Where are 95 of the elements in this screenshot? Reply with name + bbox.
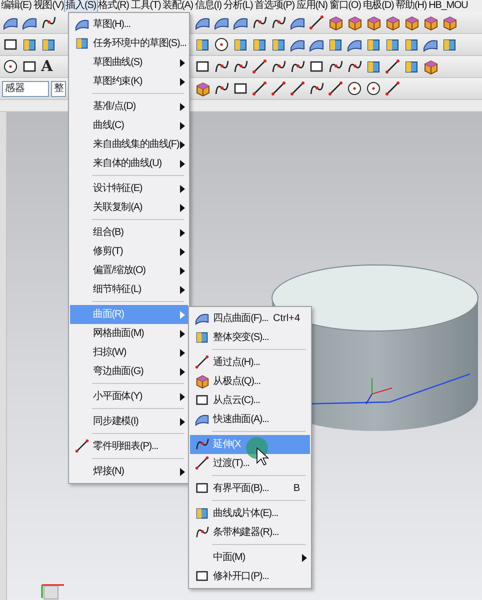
curve-icon[interactable] bbox=[289, 58, 306, 75]
cube-icon[interactable] bbox=[346, 14, 363, 31]
menu-item[interactable]: 四点曲面(F)... Ctrl+4 bbox=[190, 309, 310, 328]
menu-item[interactable]: 整体突变(S)... bbox=[190, 328, 310, 347]
line-icon[interactable] bbox=[251, 58, 268, 75]
line-icon[interactable] bbox=[289, 80, 306, 97]
menu-item[interactable]: 来自曲线集的曲线(F) bbox=[70, 135, 188, 154]
menu-item[interactable]: 装配(A) bbox=[162, 0, 194, 12]
text-tool[interactable]: A bbox=[40, 58, 54, 75]
menu-item[interactable]: 设计特征(E) bbox=[70, 179, 188, 198]
line-icon[interactable] bbox=[270, 80, 287, 97]
menu-item[interactable]: HB_MOU bbox=[428, 0, 469, 12]
circle-icon[interactable] bbox=[365, 80, 382, 97]
submenu-arrow-icon bbox=[180, 103, 185, 111]
menu-item[interactable]: 基准/点(D) bbox=[70, 97, 188, 116]
curve-icon[interactable] bbox=[270, 58, 287, 75]
menu-item[interactable]: 过渡(T)... bbox=[190, 454, 310, 473]
menu-item[interactable]: 分析(L) bbox=[222, 0, 254, 12]
menu-item[interactable]: 中面(M) bbox=[190, 548, 310, 567]
submenu-arrow-icon bbox=[302, 554, 307, 562]
shortcut-text: Ctrl+4 bbox=[273, 312, 300, 326]
menu-item[interactable]: 通过点(H)... bbox=[190, 353, 310, 372]
line-icon bbox=[73, 438, 91, 454]
curve-icon[interactable] bbox=[308, 80, 325, 97]
menu-item[interactable]: 帮助(H) bbox=[394, 0, 428, 12]
line-icon[interactable] bbox=[384, 58, 401, 75]
line-icon[interactable] bbox=[384, 80, 401, 97]
curve-icon[interactable] bbox=[213, 80, 230, 97]
curve-icon[interactable] bbox=[346, 58, 363, 75]
menu-item[interactable]: 修补开口(P)... bbox=[190, 567, 310, 586]
submenu-arrow-icon bbox=[180, 59, 185, 67]
menu-item[interactable]: 编辑(E) bbox=[0, 0, 32, 12]
menu-item[interactable]: 组合(B) bbox=[70, 223, 188, 242]
menu-item[interactable]: 草图约束(K) bbox=[70, 72, 188, 91]
shortcut-text: B bbox=[293, 482, 300, 496]
submenu-arrow-icon bbox=[180, 229, 185, 237]
submenu-arrow-icon bbox=[180, 141, 185, 149]
circle-icon[interactable] bbox=[2, 58, 19, 75]
type-dropdown[interactable]: 整 bbox=[51, 80, 66, 96]
menu-item[interactable]: 零件明细表(P)... bbox=[70, 437, 188, 456]
menu-item[interactable]: 从极点(Q)... bbox=[190, 372, 310, 391]
submenu-arrow-icon bbox=[180, 267, 185, 275]
curve-icon[interactable] bbox=[232, 58, 249, 75]
submenu-arrow-icon bbox=[180, 204, 185, 212]
filter-dropdown[interactable]: 感器 bbox=[2, 80, 50, 96]
menu-item[interactable]: 视图(V) bbox=[32, 0, 65, 12]
menu-item[interactable]: 从点云(C)... bbox=[190, 391, 310, 410]
line-icon[interactable] bbox=[308, 14, 325, 31]
menu-item[interactable]: 格式(R) bbox=[97, 0, 130, 12]
submenu-arrow-icon bbox=[180, 78, 185, 86]
menu-item[interactable]: 快速曲面(A)... bbox=[190, 410, 310, 429]
line-icon[interactable] bbox=[327, 80, 344, 97]
rect-icon bbox=[193, 568, 211, 584]
rect-icon bbox=[193, 392, 211, 408]
menu-item[interactable]: 信息(I) bbox=[194, 0, 222, 12]
cube-icon[interactable] bbox=[422, 14, 439, 31]
cube-icon[interactable] bbox=[422, 58, 439, 75]
rect-icon bbox=[193, 480, 211, 496]
line-icon bbox=[193, 354, 211, 370]
cube-icon[interactable] bbox=[365, 14, 382, 31]
line-icon bbox=[193, 455, 211, 471]
curve-icon[interactable] bbox=[251, 14, 268, 31]
menu-item[interactable]: 插入(S) bbox=[64, 0, 98, 12]
submenu-arrow-icon bbox=[180, 185, 185, 193]
axis-triad-icon bbox=[366, 378, 392, 404]
menu-item[interactable]: 关联复制(A) bbox=[70, 198, 188, 217]
menu-item[interactable]: 细节特征(L) bbox=[70, 280, 188, 299]
menu-item[interactable]: 草图曲线(S) bbox=[70, 53, 188, 72]
circle-icon[interactable] bbox=[213, 36, 230, 53]
cube-icon[interactable] bbox=[403, 14, 420, 31]
curve-icon[interactable] bbox=[213, 58, 230, 75]
menu-item[interactable]: 工具(T) bbox=[130, 0, 162, 12]
menu-item[interactable]: 电极(D) bbox=[362, 0, 395, 12]
menu-item[interactable]: 条带构建器(R)... bbox=[190, 523, 310, 542]
menu-item[interactable]: 曲线(C) bbox=[70, 116, 188, 135]
submenu-arrow-icon bbox=[180, 286, 185, 294]
cube-icon[interactable] bbox=[327, 14, 344, 31]
menu-item[interactable]: 有界平面(B)... B bbox=[190, 479, 310, 498]
menu-item[interactable]: 偏置/缩放(O) bbox=[70, 261, 188, 280]
cube-icon[interactable] bbox=[194, 80, 211, 97]
axis-triad-icon bbox=[41, 584, 64, 600]
menu-item[interactable]: 来自体的曲线(U) bbox=[70, 154, 188, 173]
submenu-arrow-icon bbox=[180, 122, 185, 130]
cube-icon[interactable] bbox=[441, 14, 458, 31]
menu-item[interactable]: 曲线成片体(E)... bbox=[190, 504, 310, 523]
submenu-arrow-icon bbox=[180, 160, 185, 168]
curve-icon[interactable] bbox=[327, 58, 344, 75]
submenu-arrow-icon bbox=[180, 248, 185, 256]
line-icon[interactable] bbox=[251, 80, 268, 97]
menu-item[interactable]: 修剪(T) bbox=[70, 242, 188, 261]
curve-icon[interactable] bbox=[40, 14, 57, 31]
menu-item[interactable]: 首选项(P) bbox=[254, 0, 296, 12]
curve-icon[interactable] bbox=[270, 14, 287, 31]
circle-icon[interactable] bbox=[346, 80, 363, 97]
cube-icon[interactable] bbox=[384, 14, 401, 31]
